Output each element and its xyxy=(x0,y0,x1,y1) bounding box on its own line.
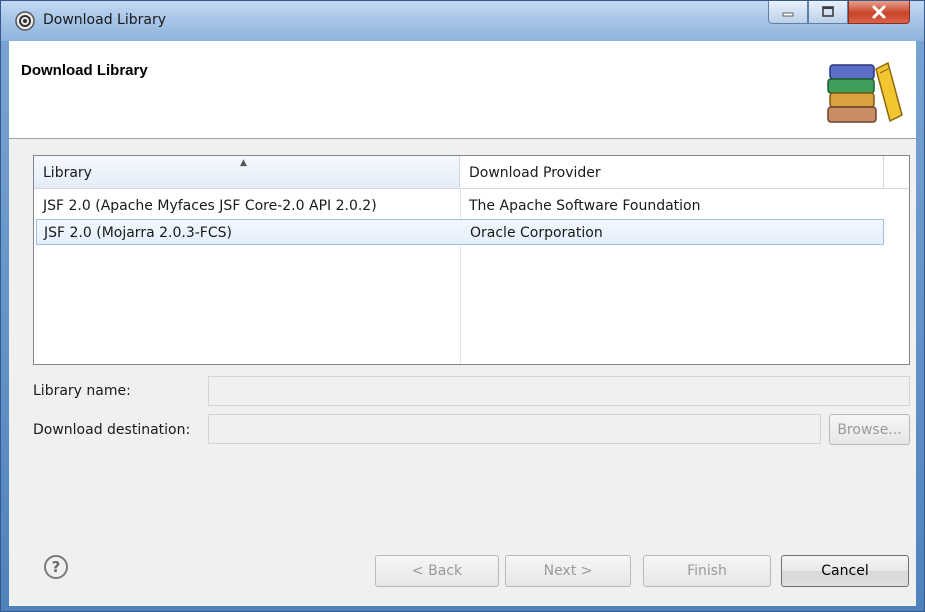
sort-ascending-icon: ▲ xyxy=(240,158,247,168)
close-icon xyxy=(872,5,886,19)
page-title: Download Library xyxy=(21,62,148,79)
window-title: Download Library xyxy=(43,12,166,28)
title-bar[interactable]: Download Library xyxy=(1,1,924,41)
library-name-field[interactable] xyxy=(208,376,910,406)
cell-library: JSF 2.0 (Mojarra 2.0.3-FCS) xyxy=(44,225,232,241)
next-button[interactable]: Next > xyxy=(505,555,631,587)
column-header-provider[interactable]: Download Provider xyxy=(460,156,884,188)
help-icon[interactable]: ? xyxy=(44,555,68,579)
minimize-button[interactable] xyxy=(768,1,808,24)
cancel-button[interactable]: Cancel xyxy=(781,555,909,587)
table-header: ▲ Library Download Provider xyxy=(34,156,909,189)
download-library-window: Download Library Download Library ▲ Libr… xyxy=(0,0,925,612)
browse-button[interactable]: Browse... xyxy=(829,414,910,445)
window-controls xyxy=(768,1,910,29)
dialog-body: Download Library ▲ Library Download Prov… xyxy=(9,41,916,606)
back-button[interactable]: < Back xyxy=(375,555,499,587)
column-header-library[interactable]: ▲ Library xyxy=(34,156,460,188)
library-table[interactable]: ▲ Library Download Provider JSF 2.0 (Apa… xyxy=(33,155,910,365)
table-row[interactable]: JSF 2.0 (Apache Myfaces JSF Core-2.0 API… xyxy=(36,193,884,219)
maximize-button[interactable] xyxy=(808,1,848,24)
close-button[interactable] xyxy=(848,1,910,24)
cell-library: JSF 2.0 (Apache Myfaces JSF Core-2.0 API… xyxy=(43,198,377,214)
download-destination-label: Download destination: xyxy=(33,422,191,438)
eclipse-icon xyxy=(15,11,35,31)
dialog-header: Download Library xyxy=(9,41,916,139)
table-row-selected[interactable]: JSF 2.0 (Mojarra 2.0.3-FCS) Oracle Corpo… xyxy=(36,219,884,245)
download-destination-field[interactable] xyxy=(208,414,821,444)
cell-provider: Oracle Corporation xyxy=(470,225,603,241)
library-name-label: Library name: xyxy=(33,383,131,399)
cell-provider: The Apache Software Foundation xyxy=(469,198,701,214)
minimize-icon xyxy=(782,12,794,17)
maximize-icon xyxy=(822,6,834,17)
library-books-icon xyxy=(827,61,903,123)
finish-button[interactable]: Finish xyxy=(643,555,771,587)
